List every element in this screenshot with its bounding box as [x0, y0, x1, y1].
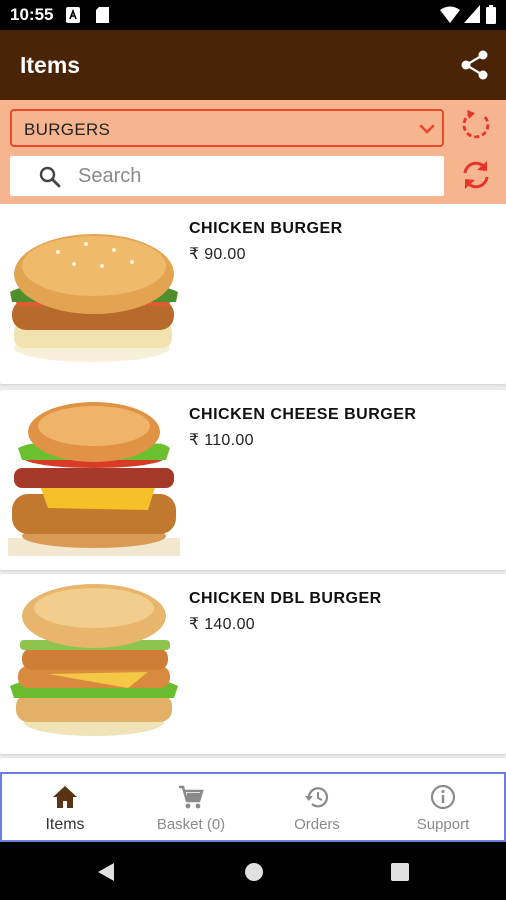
chevron-down-icon [419, 124, 435, 134]
recents-icon[interactable] [388, 860, 412, 884]
nav-support[interactable]: Support [380, 774, 506, 840]
signal-icon [464, 5, 480, 23]
item-price: ₹ 90.00 [189, 246, 246, 263]
item-list: CHICKEN BURGER ₹ 90.00 CHICKEN CHEESE BU… [0, 204, 506, 772]
app-bar: Items [0, 30, 506, 100]
nav-label: Orders [294, 816, 340, 833]
sync-icon[interactable] [458, 157, 494, 193]
history-icon [305, 787, 329, 808]
item-name: CHICKEN DBL BURGER [189, 590, 382, 607]
notification-a-icon [66, 7, 80, 23]
status-bar: 10:55 [0, 0, 506, 30]
home-icon [53, 786, 77, 808]
cart-icon [179, 785, 204, 809]
list-item[interactable] [0, 758, 506, 772]
search-input[interactable] [78, 163, 428, 189]
chicken-cheese-burger-image [8, 402, 180, 556]
item-name: CHICKEN CHEESE BURGER [189, 406, 417, 423]
share-icon[interactable] [458, 48, 492, 82]
category-selected-label: BURGERS [24, 120, 111, 139]
home-circle-icon[interactable] [242, 860, 266, 884]
info-icon [430, 784, 456, 810]
search-icon [39, 166, 61, 188]
reset-refresh-icon[interactable] [458, 107, 494, 143]
bottom-nav: Items Basket (0) Orders Support [0, 772, 506, 842]
chicken-dbl-burger-image [10, 584, 178, 736]
nav-orders[interactable]: Orders [254, 774, 380, 840]
category-dropdown[interactable]: BURGERS [10, 109, 444, 147]
sd-card-icon [96, 7, 109, 23]
status-time: 10:55 [10, 5, 54, 24]
nav-label: Support [416, 816, 470, 833]
filter-area: BURGERS [0, 100, 506, 204]
chicken-burger-image [10, 234, 178, 362]
wifi-icon [440, 6, 460, 23]
nav-basket[interactable]: Basket (0) [128, 774, 254, 840]
page-title: Items [20, 52, 81, 78]
back-icon[interactable] [94, 860, 118, 884]
item-price: ₹ 110.00 [189, 432, 254, 449]
battery-icon [486, 5, 496, 24]
search-box [10, 156, 444, 196]
nav-label: Items [45, 816, 85, 833]
nav-label: Basket (0) [156, 816, 226, 833]
system-nav-bar [0, 842, 506, 900]
list-item[interactable]: CHICKEN DBL BURGER ₹ 140.00 [0, 574, 506, 754]
list-item[interactable]: CHICKEN CHEESE BURGER ₹ 110.00 [0, 390, 506, 570]
item-price: ₹ 140.00 [189, 616, 255, 633]
item-name: CHICKEN BURGER [189, 220, 343, 237]
nav-items[interactable]: Items [2, 774, 128, 840]
list-item[interactable]: CHICKEN BURGER ₹ 90.00 [0, 204, 506, 384]
